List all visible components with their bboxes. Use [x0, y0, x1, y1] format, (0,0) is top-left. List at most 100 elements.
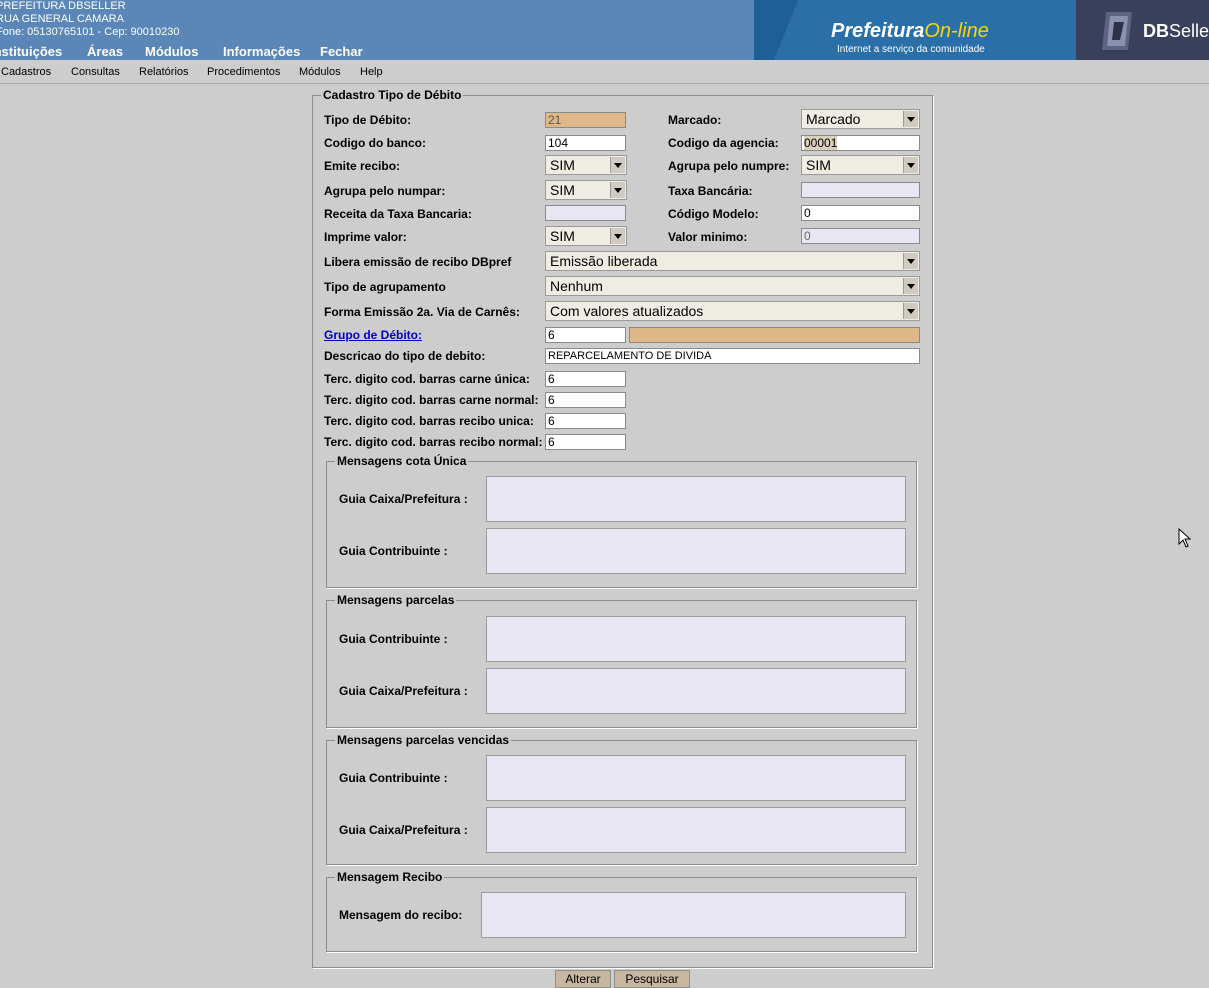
imprime-valor-value: SIM	[550, 228, 575, 244]
libera-emissao-select[interactable]: Emissão liberada	[545, 251, 920, 271]
valor-minimo-label: Valor minimo:	[668, 230, 748, 244]
msg-recibo-label: Mensagem do recibo:	[339, 908, 463, 922]
msg-cota-unica-legend: Mensagens cota Única	[337, 454, 467, 468]
brand-subtitle: Internet a serviço da comunidade	[837, 44, 985, 55]
emite-recibo-select[interactable]: SIM	[545, 155, 627, 175]
libera-emissao-label: Libera emissão de recibo DBpref	[324, 255, 512, 269]
marcado-select[interactable]: Marcado	[801, 109, 920, 129]
valor-minimo-input[interactable]: 0	[801, 228, 920, 244]
submenu-help[interactable]: Help	[360, 66, 383, 78]
menu-areas[interactable]: Áreas	[87, 44, 123, 59]
submenu-relatorios[interactable]: Relatórios	[139, 66, 189, 78]
institution-address: RUA GENERAL CAMARA	[0, 13, 124, 25]
receita-taxa-input[interactable]	[545, 205, 626, 221]
msg-parcelas-caixa-label: Guia Caixa/Prefeitura :	[339, 684, 468, 698]
chevron-down-icon	[903, 157, 918, 173]
alterar-button[interactable]: Alterar	[555, 970, 611, 988]
chevron-down-icon	[903, 278, 918, 294]
terc-carne-unica-label: Terc. digito cod. barras carne única:	[324, 372, 530, 386]
brand-title: Prefeitura	[831, 20, 925, 42]
grupo-debito-link[interactable]: Grupo de Débito:	[324, 328, 422, 342]
chevron-down-icon	[903, 111, 918, 127]
brand-logo: PrefeituraOn-line	[831, 20, 989, 43]
sub-menu: Cadastros Consultas Relatórios Procedime…	[0, 61, 1209, 84]
menu-fechar[interactable]: Fechar	[320, 44, 363, 59]
codigo-agencia-label: Codigo da agencia:	[668, 136, 779, 150]
dbseller-logo-icon	[1102, 12, 1132, 50]
msg-cota-unica-contribuinte-textarea[interactable]	[486, 528, 906, 574]
marcado-value: Marcado	[806, 111, 861, 127]
terc-carne-normal-input[interactable]: 6	[545, 392, 626, 408]
menu-informacoes[interactable]: Informações	[223, 44, 300, 59]
msg-cota-unica-caixa-label: Guia Caixa/Prefeitura :	[339, 492, 468, 506]
msg-vencidas-contribuinte-textarea[interactable]	[486, 755, 906, 801]
codigo-banco-label: Codigo do banco:	[324, 136, 426, 150]
descricao-input[interactable]: REPARCELAMENTO DE DIVIDA	[545, 348, 920, 364]
taxa-bancaria-label: Taxa Bancária:	[668, 184, 753, 198]
submenu-modulos[interactable]: Módulos	[299, 66, 341, 78]
codigo-agencia-value: 00001	[804, 136, 838, 150]
msg-cota-unica-caixa-textarea[interactable]	[486, 476, 906, 522]
institution-info: PREFEITURA DBSELLER RUA GENERAL CAMARA F…	[0, 0, 180, 39]
agrupa-numpar-label: Agrupa pelo numpar:	[324, 184, 446, 198]
msg-recibo-legend: Mensagem Recibo	[337, 870, 443, 884]
mouse-cursor-icon	[1178, 528, 1192, 548]
msg-vencidas-caixa-textarea[interactable]	[486, 807, 906, 853]
forma-emissao-select[interactable]: Com valores atualizados	[545, 301, 920, 321]
forma-emissao-label: Forma Emissão 2a. Via de Carnês:	[324, 305, 520, 319]
vendor-bold: DB	[1143, 21, 1169, 41]
imprime-valor-label: Imprime valor:	[324, 230, 407, 244]
taxa-bancaria-input[interactable]	[801, 182, 920, 198]
descricao-label: Descricao do tipo de debito:	[324, 349, 486, 363]
grupo-debito-input[interactable]: 6	[545, 327, 626, 343]
codigo-modelo-input[interactable]: 0	[801, 205, 920, 221]
msg-recibo-textarea[interactable]	[481, 892, 906, 938]
msg-vencidas-contribuinte-label: Guia Contribuinte :	[339, 771, 448, 785]
agrupa-numpre-select[interactable]: SIM	[801, 155, 920, 175]
submenu-consultas[interactable]: Consultas	[71, 66, 120, 78]
chevron-down-icon	[903, 253, 918, 269]
institution-name: PREFEITURA DBSELLER	[0, 0, 126, 12]
terc-recibo-unica-input[interactable]: 6	[545, 413, 626, 429]
chevron-down-icon	[610, 228, 625, 244]
chevron-down-icon	[903, 303, 918, 319]
tipo-debito-input[interactable]: 21	[545, 112, 626, 128]
msg-vencidas-legend: Mensagens parcelas vencidas	[337, 733, 510, 747]
tipo-agrupamento-label: Tipo de agrupamento	[324, 280, 446, 294]
terc-carne-unica-input[interactable]: 6	[545, 371, 626, 387]
tipo-agrupamento-select[interactable]: Nenhum	[545, 276, 920, 296]
app-header: PREFEITURA DBSELLER RUA GENERAL CAMARA F…	[0, 0, 1209, 60]
terc-recibo-normal-input[interactable]: 6	[545, 434, 626, 450]
terc-recibo-normal-label: Terc. digito cod. barras recibo normal:	[324, 435, 543, 449]
institution-phone: Fone: 05130765101 - Cep: 90010230	[0, 26, 180, 38]
msg-cota-unica-contribuinte-label: Guia Contribuinte :	[339, 544, 448, 558]
libera-emissao-value: Emissão liberada	[550, 253, 658, 269]
marcado-label: Marcado:	[668, 113, 722, 127]
codigo-banco-input[interactable]: 104	[545, 135, 626, 151]
emite-recibo-value: SIM	[550, 157, 575, 173]
terc-carne-normal-label: Terc. digito cod. barras carne normal:	[324, 393, 539, 407]
menu-modulos[interactable]: Módulos	[145, 44, 198, 59]
form-legend: Cadastro Tipo de Débito	[323, 88, 462, 102]
vendor-logo: DBSeller	[1143, 21, 1209, 42]
agrupa-numpre-value: SIM	[806, 157, 831, 173]
tipo-debito-label: Tipo de Débito:	[324, 113, 412, 127]
submenu-procedimentos[interactable]: Procedimentos	[207, 66, 280, 78]
emite-recibo-label: Emite recibo:	[324, 159, 401, 173]
chevron-down-icon	[610, 182, 625, 198]
agrupa-numpar-select[interactable]: SIM	[545, 180, 627, 200]
imprime-valor-select[interactable]: SIM	[545, 226, 627, 246]
grupo-debito-description	[629, 327, 920, 343]
forma-emissao-value: Com valores atualizados	[550, 303, 704, 319]
codigo-agencia-input[interactable]: 00001	[801, 135, 920, 151]
tipo-agrupamento-value: Nenhum	[550, 278, 603, 294]
submenu-cadastros[interactable]: Cadastros	[1, 66, 51, 78]
msg-parcelas-contribuinte-textarea[interactable]	[486, 616, 906, 662]
agrupa-numpre-label: Agrupa pelo numpre:	[668, 159, 790, 173]
menu-instituicoes[interactable]: Instituições	[0, 44, 62, 59]
msg-parcelas-caixa-textarea[interactable]	[486, 668, 906, 714]
receita-taxa-label: Receita da Taxa Bancaria:	[324, 207, 472, 221]
codigo-modelo-label: Código Modelo:	[668, 207, 759, 221]
terc-recibo-unica-label: Terc. digito cod. barras recibo unica:	[324, 414, 534, 428]
pesquisar-button[interactable]: Pesquisar	[614, 970, 690, 988]
